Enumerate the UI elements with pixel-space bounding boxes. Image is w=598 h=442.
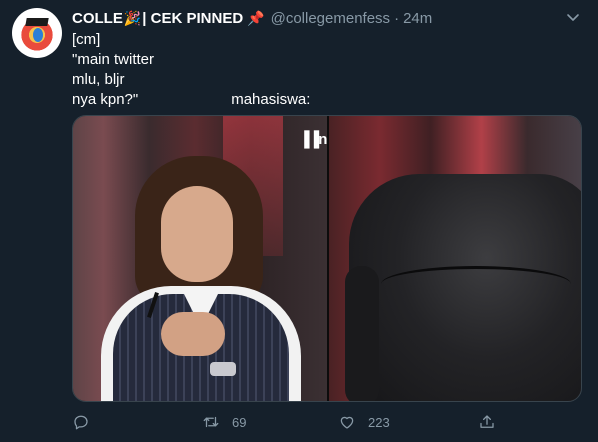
retweet-icon: [203, 416, 219, 428]
heart-icon: [340, 416, 354, 429]
media-panel-empty-chair: [329, 116, 581, 401]
like-count: 223: [368, 414, 390, 430]
channel-logo-mark: ▐▐: [299, 131, 319, 148]
reply-icon: [74, 415, 88, 430]
share-icon: [480, 415, 494, 428]
tweet-text-line: nya kpn?" mahasiswa:: [72, 90, 572, 110]
chevron-down-icon[interactable]: [566, 10, 580, 24]
tweet-text-segment: mahasiswa:: [231, 91, 311, 108]
author-name[interactable]: COLLE: [72, 10, 123, 27]
tweet-actions: 69 223: [72, 410, 582, 434]
tweet-text-line: [cm]: [72, 31, 101, 48]
author-name-suffix[interactable]: | CEK PINNED: [142, 10, 243, 27]
tweet-media-image[interactable]: ▐▐n: [72, 115, 582, 402]
tweet-time[interactable]: 24m: [403, 10, 432, 27]
tweet-text-segment: nya kpn?": [72, 91, 139, 108]
tweet[interactable]: COLLE 🎉 | CEK PINNED 📌 @collegemenfess ·…: [0, 0, 598, 442]
like-button[interactable]: 223: [338, 410, 390, 434]
tweet-text-line: mlu, bljr: [72, 71, 125, 88]
channel-logo-text: n: [318, 131, 327, 148]
pushpin-icon: 📌: [247, 9, 265, 26]
tweet-header: COLLE 🎉 | CEK PINNED 📌 @collegemenfess ·…: [72, 8, 432, 28]
retweet-button[interactable]: 69: [202, 410, 246, 434]
graduation-cap-icon: [25, 18, 49, 26]
author-handle[interactable]: @collegemenfess: [271, 10, 390, 27]
share-button[interactable]: [478, 410, 496, 434]
media-panel-person: [73, 116, 327, 401]
avatar[interactable]: [12, 8, 62, 58]
party-popper-icon: 🎉: [123, 9, 142, 26]
tweet-text-line: "main twitter: [72, 51, 155, 68]
reply-button[interactable]: [72, 410, 90, 434]
channel-logo: ▐▐n: [299, 131, 327, 148]
tweet-text: [cm] "main twitter mlu, bljr nya kpn?" ma…: [72, 30, 572, 110]
avatar-figure: [33, 28, 43, 42]
retweet-count: 69: [232, 414, 247, 430]
meta-separator: ·: [394, 9, 400, 27]
